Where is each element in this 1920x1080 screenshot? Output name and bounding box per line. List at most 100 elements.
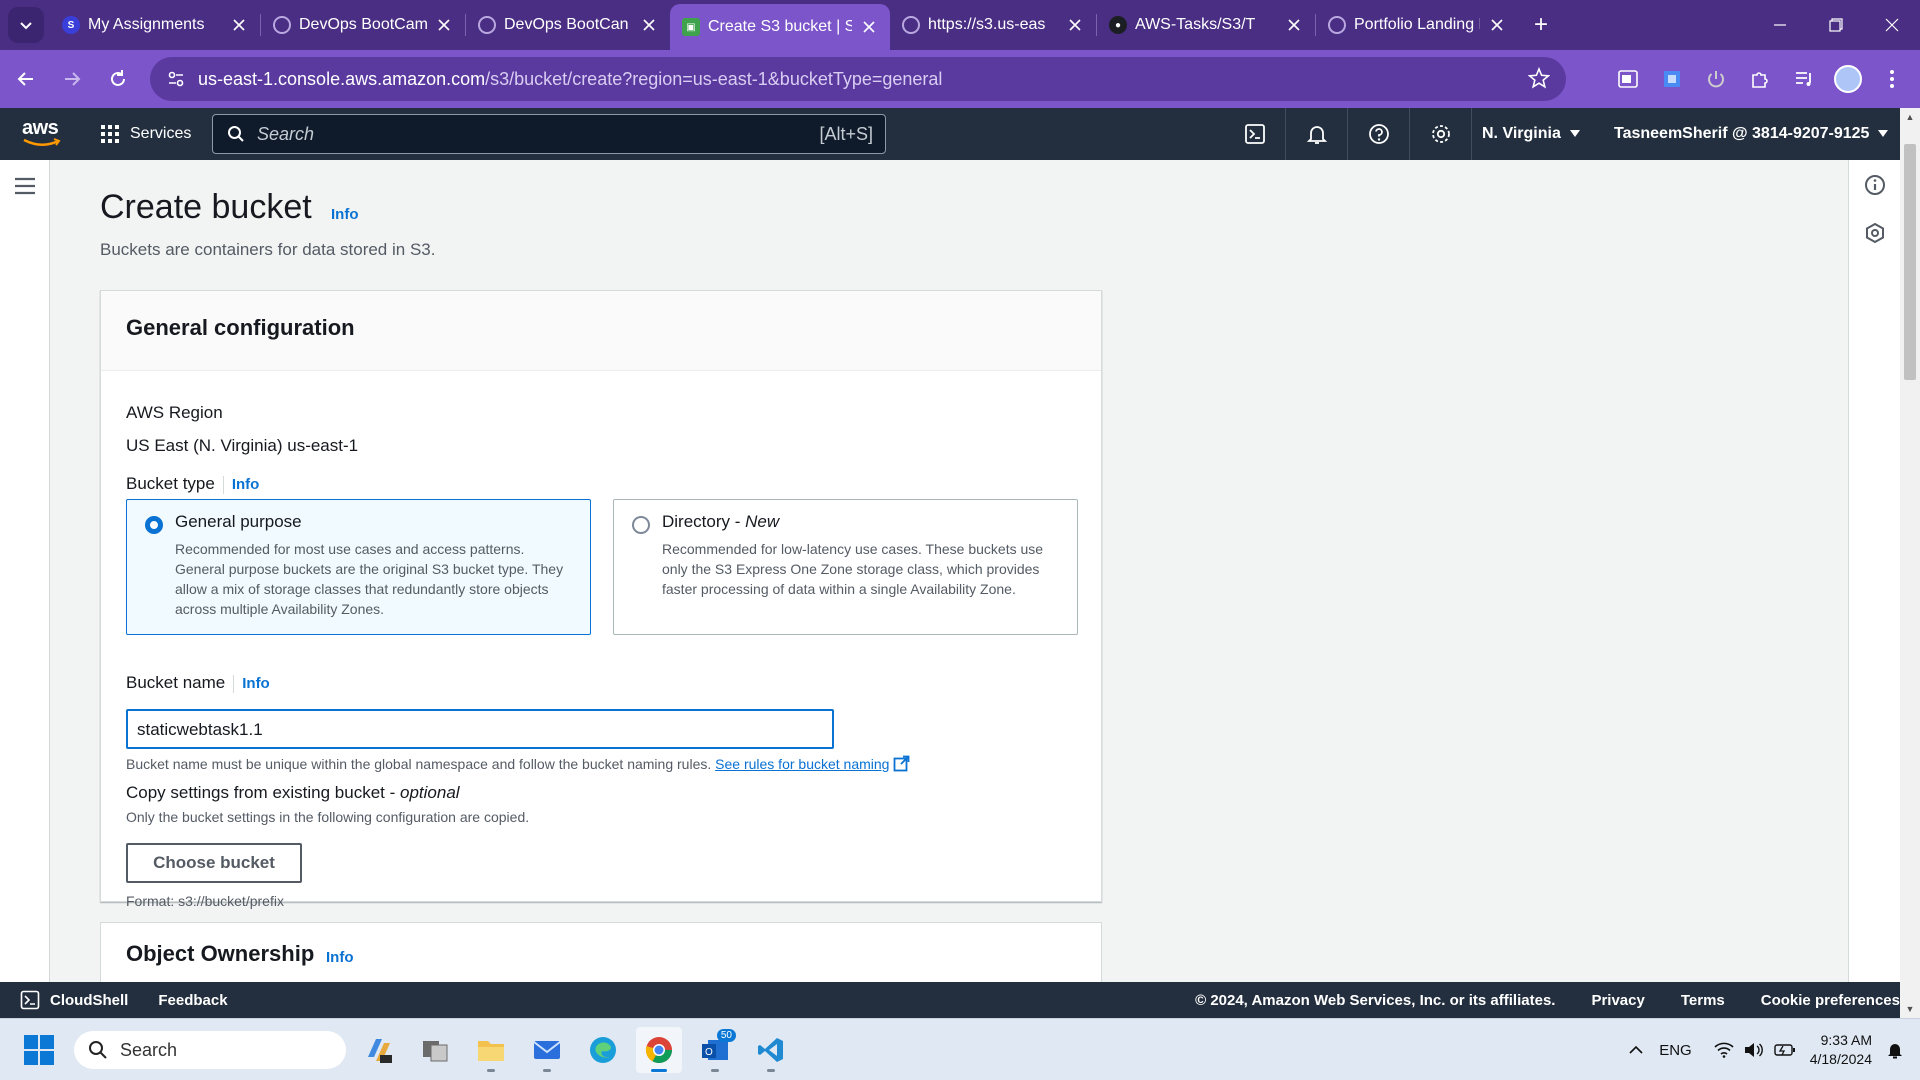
close-icon[interactable] <box>860 18 878 36</box>
account-menu[interactable]: TasneemSherif @ 3814-9207-9125 <box>1614 108 1889 160</box>
copilot-app[interactable] <box>356 1027 402 1073</box>
reading-mode-icon[interactable] <box>1608 59 1648 99</box>
terms-link[interactable]: Terms <box>1681 992 1725 1009</box>
media-controls-icon[interactable] <box>1784 59 1824 99</box>
tab-create-s3-bucket[interactable]: ▣ Create S3 bucket | S <box>670 4 890 50</box>
window-controls <box>1752 0 1920 50</box>
bucket-type-info-link[interactable]: Info <box>232 476 260 493</box>
cookie-preferences-link[interactable]: Cookie preferences <box>1761 992 1900 1009</box>
start-button[interactable] <box>24 1034 54 1065</box>
windows-logo-tile <box>40 1050 54 1065</box>
aws-logo[interactable]: aws <box>22 118 66 150</box>
region-selector[interactable]: N. Virginia <box>1482 108 1581 160</box>
globe-icon <box>273 16 291 34</box>
settings-button[interactable] <box>1410 108 1472 160</box>
bucket-type-directory[interactable]: Directory - New Recommended for low-late… <box>613 499 1078 635</box>
tab-label: Portfolio Landing Pa <box>1354 16 1480 33</box>
clock-date: 4/18/2024 <box>1809 1051 1872 1067</box>
language-indicator[interactable]: ENG <box>1659 1042 1692 1059</box>
close-icon[interactable] <box>1066 16 1084 34</box>
restore-button[interactable] <box>1808 0 1864 50</box>
feedback-link[interactable]: Feedback <box>158 992 227 1009</box>
forward-button[interactable] <box>52 59 92 99</box>
file-explorer-app[interactable] <box>468 1027 514 1073</box>
notification-bell-icon[interactable] <box>1886 1041 1904 1059</box>
new-tab-button[interactable]: + <box>1526 10 1556 40</box>
edge-app[interactable] <box>580 1027 626 1073</box>
choose-bucket-button[interactable]: Choose bucket <box>126 843 302 883</box>
screenshot-extension-icon[interactable] <box>1652 59 1692 99</box>
close-icon[interactable] <box>1488 16 1506 34</box>
bookmark-star-icon[interactable] <box>1528 67 1550 89</box>
browser-menu-icon[interactable] <box>1872 59 1912 99</box>
address-bar[interactable]: us-east-1.console.aws.amazon.com/s3/buck… <box>150 57 1566 101</box>
globe-icon <box>478 16 496 34</box>
tools-rail <box>1848 160 1900 982</box>
tab-my-assignments[interactable]: S My Assignments <box>50 0 260 50</box>
extensions-puzzle-icon[interactable] <box>1740 59 1780 99</box>
site-settings-icon[interactable] <box>164 67 188 91</box>
mail-app[interactable] <box>524 1027 570 1073</box>
taskbar-search[interactable]: Search <box>74 1031 346 1069</box>
console-footer: CloudShell Feedback © 2024, Amazon Web S… <box>0 982 1900 1018</box>
page-scrollbar[interactable]: ▲ ▼ <box>1900 108 1920 1018</box>
tab-github-aws-tasks[interactable]: ● AWS-Tasks/S3/T <box>1097 0 1315 50</box>
close-icon[interactable] <box>230 16 248 34</box>
outlook-app[interactable]: O 50 <box>692 1027 738 1073</box>
minimize-button[interactable] <box>1752 0 1808 50</box>
format-hint: Format: s3://bucket/prefix <box>126 893 284 909</box>
reload-button[interactable] <box>98 59 138 99</box>
info-panel-button[interactable] <box>1864 174 1886 196</box>
tab-label: https://s3.us-eas <box>928 16 1046 33</box>
external-link-icon[interactable] <box>893 755 910 772</box>
tab-portfolio-landing[interactable]: Portfolio Landing Pa <box>1316 0 1518 50</box>
show-hidden-icons[interactable] <box>1629 1045 1643 1055</box>
help-panel-button[interactable] <box>1864 222 1886 244</box>
close-icon[interactable] <box>435 16 453 34</box>
scroll-up-icon[interactable]: ▲ <box>1905 112 1915 122</box>
close-icon[interactable] <box>1285 16 1303 34</box>
task-view-app[interactable] <box>412 1027 458 1073</box>
directory-radio[interactable] <box>632 516 650 534</box>
bucket-naming-rules-link[interactable]: See rules for bucket naming <box>715 756 889 772</box>
folder-icon <box>478 1041 504 1061</box>
wifi-icon[interactable] <box>1714 1042 1734 1058</box>
scroll-down-icon[interactable]: ▼ <box>1905 1004 1915 1014</box>
tab-label: DevOps BootCamp | <box>299 16 427 33</box>
vscode-app[interactable] <box>748 1027 794 1073</box>
scrollbar-thumb[interactable] <box>1904 144 1916 380</box>
menu-toggle-button[interactable] <box>13 176 37 196</box>
cloudshell-footer-button[interactable]: CloudShell <box>20 990 128 1010</box>
help-button[interactable] <box>1348 108 1410 160</box>
bell-icon <box>1306 126 1327 144</box>
notifications-button[interactable] <box>1286 108 1348 160</box>
chrome-app[interactable] <box>636 1027 682 1073</box>
s3-icon: ▣ <box>682 18 700 36</box>
bucket-name-info-link[interactable]: Info <box>242 675 270 692</box>
close-icon[interactable] <box>640 16 658 34</box>
close-window-button[interactable] <box>1864 0 1920 50</box>
url-host: us-east-1.console.aws.amazon.com <box>198 68 486 89</box>
page-info-link[interactable]: Info <box>331 206 359 223</box>
power-extension-icon[interactable] <box>1696 59 1736 99</box>
general-configuration-panel: General configuration AWS Region US East… <box>100 290 1102 909</box>
privacy-link[interactable]: Privacy <box>1591 992 1644 1009</box>
back-button[interactable] <box>6 59 46 99</box>
profile-avatar[interactable] <box>1828 59 1868 99</box>
aws-search-input[interactable]: Search [Alt+S] <box>212 114 886 154</box>
bucket-type-general-purpose[interactable]: General purpose Recommended for most use… <box>126 499 591 635</box>
tab-devops-bootcamp-1[interactable]: DevOps BootCamp | <box>261 0 465 50</box>
services-menu[interactable]: Services <box>100 124 191 144</box>
object-ownership-info-link[interactable]: Info <box>326 949 354 966</box>
general-purpose-radio[interactable] <box>145 516 163 534</box>
hamburger-icon <box>15 177 35 195</box>
search-shortcut: [Alt+S] <box>819 123 873 144</box>
cloudshell-button[interactable] <box>1224 108 1286 160</box>
volume-icon[interactable] <box>1744 1042 1764 1058</box>
battery-icon[interactable] <box>1774 1043 1796 1057</box>
tab-search-button[interactable] <box>8 7 44 43</box>
tab-devops-bootcamp-2[interactable]: DevOps BootCan <box>466 0 670 50</box>
bucket-name-input[interactable]: staticwebtask1.1 <box>126 709 834 749</box>
clock[interactable]: 9:33 AM 4/18/2024 <box>1810 1031 1872 1069</box>
tab-s3-url[interactable]: https://s3.us-eas <box>890 0 1096 50</box>
